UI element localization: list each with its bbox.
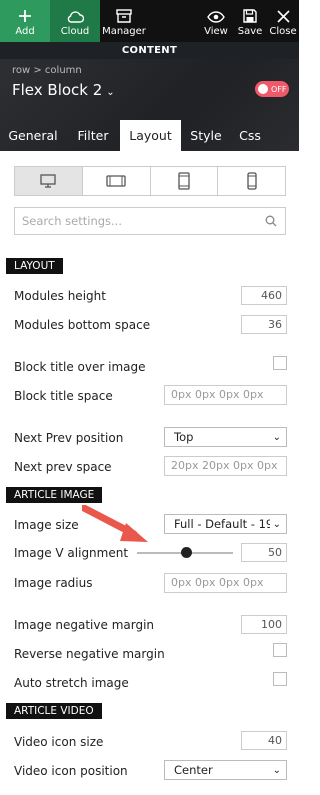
modules-height-label: Modules height bbox=[14, 289, 106, 303]
modules-bottom-space-input[interactable]: 36 bbox=[241, 315, 287, 334]
device-switcher bbox=[14, 166, 286, 196]
image-radius-label: Image radius bbox=[14, 576, 93, 590]
video-icon-position-value: Center bbox=[174, 763, 213, 777]
modules-height-input[interactable]: 460 bbox=[241, 286, 287, 305]
plus-icon bbox=[19, 10, 31, 22]
device-phone-button[interactable] bbox=[218, 167, 285, 195]
toggle-label: OFF bbox=[271, 84, 287, 94]
block-toggle[interactable]: OFF bbox=[255, 81, 289, 97]
block-title-space-label: Block title space bbox=[14, 389, 113, 403]
block-title-over-image-checkbox[interactable] bbox=[273, 356, 287, 370]
image-v-alignment-input[interactable]: 50 bbox=[241, 543, 287, 562]
cloud-button[interactable]: Cloud bbox=[50, 0, 100, 42]
device-tablet-portrait-button[interactable] bbox=[151, 167, 219, 195]
tablet-landscape-icon bbox=[106, 175, 126, 187]
video-icon-position-select[interactable]: Center ⌄ bbox=[164, 760, 287, 780]
tab-layout[interactable]: Layout bbox=[120, 120, 181, 151]
annotation-arrow bbox=[82, 505, 148, 542]
desktop-icon bbox=[40, 174, 57, 188]
block-title-dropdown[interactable]: Flex Block 2 ⌄ bbox=[12, 81, 115, 99]
add-button[interactable]: Add bbox=[0, 0, 50, 42]
section-layout-header: LAYOUT bbox=[6, 258, 63, 274]
search-icon bbox=[265, 215, 277, 227]
video-icon-size-label: Video icon size bbox=[14, 735, 104, 749]
video-icon-position-label: Video icon position bbox=[14, 764, 128, 778]
next-prev-position-value: Top bbox=[174, 430, 194, 444]
tab-style[interactable]: Style bbox=[181, 120, 231, 151]
section-article-video-header: ARTICLE VIDEO bbox=[6, 703, 102, 719]
settings-tabs: General Filter Layout Style Css bbox=[0, 120, 299, 151]
settings-search bbox=[14, 207, 286, 235]
block-title-over-image-label: Block title over image bbox=[14, 360, 146, 374]
video-icon-size-input[interactable]: 40 bbox=[241, 731, 287, 750]
chevron-down-icon: ⌄ bbox=[269, 762, 281, 779]
next-prev-space-label: Next prev space bbox=[14, 460, 112, 474]
device-tablet-landscape-button[interactable] bbox=[83, 167, 151, 195]
close-label: Close bbox=[269, 26, 297, 37]
next-prev-position-label: Next Prev position bbox=[14, 431, 124, 445]
breadcrumb[interactable]: row > column bbox=[12, 65, 82, 76]
search-input[interactable] bbox=[15, 208, 255, 234]
block-title-space-input[interactable]: 0px 0px 0px 0px bbox=[164, 385, 287, 405]
save-label: Save bbox=[237, 26, 263, 37]
image-radius-input[interactable]: 0px 0px 0px 0px bbox=[164, 573, 287, 593]
tab-css[interactable]: Css bbox=[231, 120, 269, 151]
save-icon bbox=[243, 9, 257, 23]
image-v-alignment-slider-handle[interactable] bbox=[181, 547, 192, 558]
eye-icon bbox=[207, 11, 225, 23]
image-size-value: Full - Default - 192 bbox=[174, 517, 281, 531]
image-size-label: Image size bbox=[14, 518, 79, 532]
image-v-alignment-label: Image V alignment bbox=[14, 546, 129, 560]
tab-filter[interactable]: Filter bbox=[66, 120, 120, 151]
chevron-down-icon: ⌄ bbox=[106, 87, 115, 98]
cloud-icon bbox=[67, 11, 84, 23]
content-bar: CONTENT bbox=[0, 42, 299, 59]
image-negative-margin-input[interactable]: 100 bbox=[241, 615, 287, 634]
image-size-select[interactable]: Full - Default - 192 ⌄ bbox=[164, 514, 287, 534]
next-prev-space-input[interactable]: 20px 20px 0px 0px bbox=[164, 456, 287, 476]
reverse-negative-margin-checkbox[interactable] bbox=[273, 643, 287, 657]
close-button[interactable]: Close bbox=[267, 0, 299, 42]
top-toolbar: Add Cloud Manager View Save Close bbox=[0, 0, 299, 42]
auto-stretch-image-label: Auto stretch image bbox=[14, 676, 129, 690]
view-button[interactable]: View bbox=[199, 0, 233, 42]
tab-general[interactable]: General bbox=[0, 120, 66, 151]
image-negative-margin-label: Image negative margin bbox=[14, 618, 155, 632]
chevron-down-icon: ⌄ bbox=[269, 429, 281, 446]
tablet-portrait-icon bbox=[178, 172, 190, 190]
add-label: Add bbox=[15, 26, 35, 37]
manager-label: Manager bbox=[102, 26, 146, 37]
view-label: View bbox=[204, 26, 228, 37]
section-article-image-header: ARTICLE IMAGE bbox=[6, 487, 103, 503]
next-prev-position-select[interactable]: Top ⌄ bbox=[164, 427, 287, 447]
close-icon bbox=[276, 10, 290, 23]
auto-stretch-image-checkbox[interactable] bbox=[273, 672, 287, 686]
block-title: Flex Block 2 bbox=[12, 81, 103, 99]
save-button[interactable]: Save bbox=[233, 0, 267, 42]
chevron-down-icon: ⌄ bbox=[269, 516, 281, 533]
manager-icon bbox=[116, 9, 132, 23]
toggle-knob bbox=[258, 84, 268, 94]
reverse-negative-margin-label: Reverse negative margin bbox=[14, 647, 165, 661]
device-desktop-button[interactable] bbox=[15, 167, 83, 195]
manager-button[interactable]: Manager bbox=[100, 0, 148, 42]
cloud-label: Cloud bbox=[60, 26, 90, 37]
phone-icon bbox=[246, 172, 257, 190]
modules-bottom-space-label: Modules bottom space bbox=[14, 318, 151, 332]
